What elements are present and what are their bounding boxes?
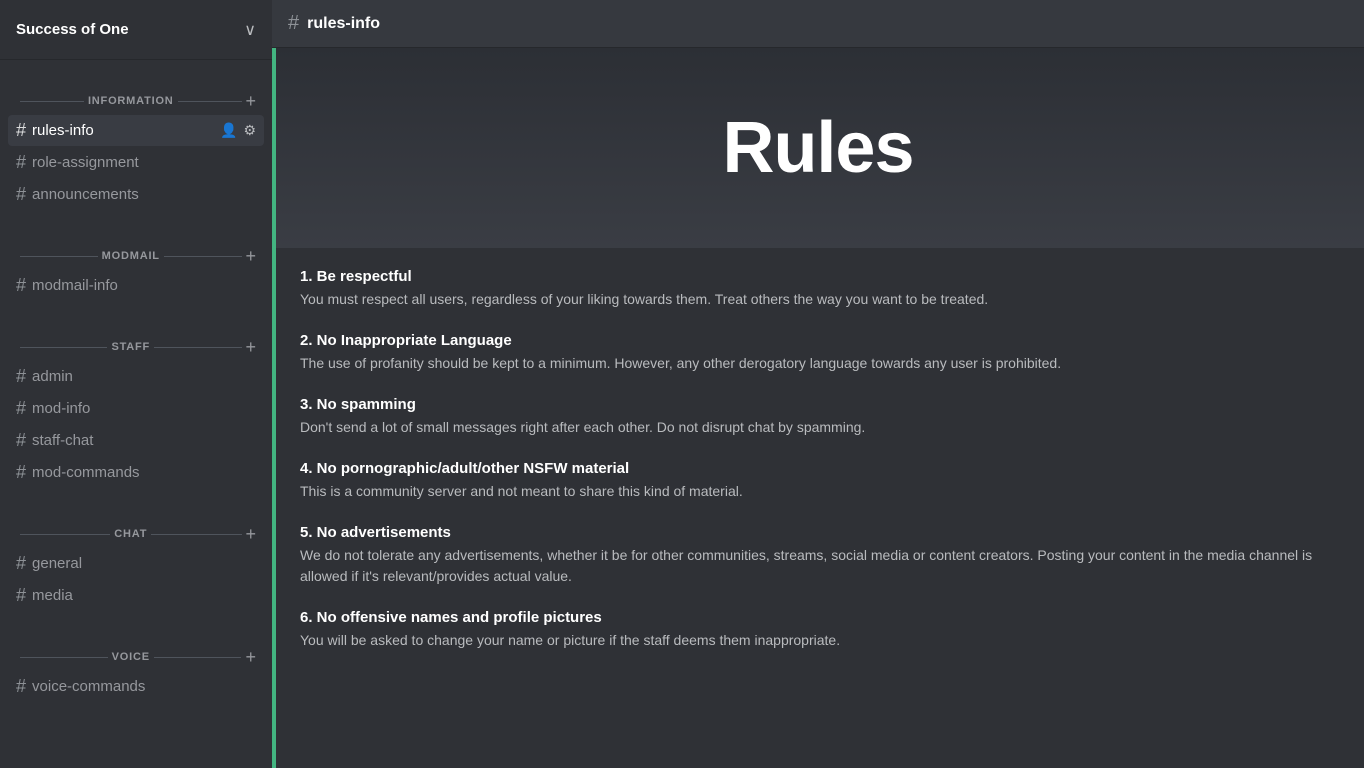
divider: [20, 101, 84, 102]
channel-header: # rules-info: [272, 0, 1364, 48]
rule-1-body: You must respect all users, regardless o…: [300, 289, 1340, 310]
section-header-voice: VOICE +: [8, 632, 264, 670]
divider: [164, 256, 242, 257]
channel-name-rules-info: rules-info: [32, 122, 220, 139]
divider: [20, 657, 108, 658]
channel-name-voice-commands: voice-commands: [32, 678, 256, 695]
divider: [20, 534, 110, 535]
banner: Rules: [272, 48, 1364, 248]
divider: [154, 657, 242, 658]
channel-item-media[interactable]: # media: [8, 580, 264, 611]
content-area: Rules 1. Be respectful You must respect …: [272, 48, 1364, 768]
banner-accent: [272, 48, 276, 248]
hash-icon: #: [16, 676, 26, 697]
divider: [20, 347, 107, 348]
main-content: # rules-info Rules 1. Be respectful You …: [272, 0, 1364, 768]
rule-4-body: This is a community server and not meant…: [300, 481, 1340, 502]
section-staff: STAFF + # admin # mod-info # staff-chat …: [0, 306, 272, 493]
section-voice: VOICE + # voice-commands: [0, 616, 272, 707]
section-header-chat: CHAT +: [8, 509, 264, 547]
hash-icon: #: [16, 585, 26, 606]
rule-2: 2. No Inappropriate Language The use of …: [300, 332, 1340, 374]
channel-item-voice-commands[interactable]: # voice-commands: [8, 671, 264, 702]
channel-item-rules-info[interactable]: # rules-info 👤 ⚙: [8, 115, 264, 146]
channel-item-admin[interactable]: # admin: [8, 361, 264, 392]
hash-icon: #: [16, 462, 26, 483]
rule-1-title: 1. Be respectful: [300, 268, 1340, 285]
section-label-information: INFORMATION: [88, 95, 174, 107]
channel-name-role-assignment: role-assignment: [32, 154, 256, 171]
section-header-staff: STAFF +: [8, 322, 264, 360]
rule-6-title: 6. No offensive names and profile pictur…: [300, 609, 1340, 626]
divider: [178, 101, 242, 102]
add-channel-staff[interactable]: +: [246, 338, 257, 356]
rule-1: 1. Be respectful You must respect all us…: [300, 268, 1340, 310]
add-channel-voice[interactable]: +: [245, 648, 256, 666]
section-label-chat: CHAT: [114, 528, 147, 540]
hash-icon: #: [16, 184, 26, 205]
rule-3-body: Don't send a lot of small messages right…: [300, 417, 1340, 438]
channel-name-modmail-info: modmail-info: [32, 277, 256, 294]
channel-item-modmail-info[interactable]: # modmail-info: [8, 270, 264, 301]
hash-icon: #: [16, 120, 26, 141]
channel-item-mod-info[interactable]: # mod-info: [8, 393, 264, 424]
add-channel-modmail[interactable]: +: [246, 247, 257, 265]
channel-name-general: general: [32, 555, 256, 572]
channel-item-staff-chat[interactable]: # staff-chat: [8, 425, 264, 456]
add-user-icon[interactable]: 👤: [220, 122, 237, 139]
channel-actions-rules-info: 👤 ⚙: [220, 122, 256, 139]
sidebar: Success of One ∨ INFORMATION + # rules-i…: [0, 0, 272, 768]
divider: [154, 347, 241, 348]
banner-title: Rules: [722, 107, 913, 189]
channel-item-general[interactable]: # general: [8, 548, 264, 579]
divider: [20, 256, 98, 257]
rule-6-body: You will be asked to change your name or…: [300, 630, 1340, 651]
channel-item-mod-commands[interactable]: # mod-commands: [8, 457, 264, 488]
channel-name-mod-commands: mod-commands: [32, 464, 256, 481]
hash-icon: #: [16, 152, 26, 173]
hash-icon: #: [16, 553, 26, 574]
channel-name-staff-chat: staff-chat: [32, 432, 256, 449]
channel-item-announcements[interactable]: # announcements: [8, 179, 264, 210]
hash-icon: #: [16, 398, 26, 419]
rules-content: 1. Be respectful You must respect all us…: [272, 248, 1364, 768]
rule-3: 3. No spamming Don't send a lot of small…: [300, 396, 1340, 438]
channel-item-role-assignment[interactable]: # role-assignment: [8, 147, 264, 178]
rule-6: 6. No offensive names and profile pictur…: [300, 609, 1340, 651]
channel-name-mod-info: mod-info: [32, 400, 256, 417]
hash-icon: #: [16, 366, 26, 387]
add-channel-chat[interactable]: +: [246, 525, 257, 543]
section-chat: CHAT + # general # media: [0, 493, 272, 616]
rule-2-title: 2. No Inappropriate Language: [300, 332, 1340, 349]
channel-name-announcements: announcements: [32, 186, 256, 203]
rule-2-body: The use of profanity should be kept to a…: [300, 353, 1340, 374]
rule-5-body: We do not tolerate any advertisements, w…: [300, 545, 1340, 587]
section-header-information: INFORMATION +: [8, 76, 264, 114]
section-information: INFORMATION + # rules-info 👤 ⚙ # role-as…: [0, 60, 272, 215]
rule-3-title: 3. No spamming: [300, 396, 1340, 413]
channel-header-hash-icon: #: [288, 12, 299, 35]
divider: [151, 534, 241, 535]
channel-name-admin: admin: [32, 368, 256, 385]
rule-4-title: 4. No pornographic/adult/other NSFW mate…: [300, 460, 1340, 477]
section-header-modmail: MODMAIL +: [8, 231, 264, 269]
add-channel-information[interactable]: +: [246, 92, 257, 110]
server-title: Success of One: [16, 21, 129, 38]
settings-icon[interactable]: ⚙: [243, 122, 256, 139]
hash-icon: #: [16, 275, 26, 296]
rule-4: 4. No pornographic/adult/other NSFW mate…: [300, 460, 1340, 502]
channel-header-name: rules-info: [307, 15, 380, 33]
server-header[interactable]: Success of One ∨: [0, 0, 272, 60]
hash-icon: #: [16, 430, 26, 451]
chevron-down-icon: ∨: [244, 20, 256, 40]
section-label-modmail: MODMAIL: [102, 250, 160, 262]
section-label-staff: STAFF: [111, 341, 150, 353]
rule-5: 5. No advertisements We do not tolerate …: [300, 524, 1340, 587]
section-label-voice: VOICE: [112, 651, 150, 663]
section-modmail: MODMAIL + # modmail-info: [0, 215, 272, 306]
rule-5-title: 5. No advertisements: [300, 524, 1340, 541]
channel-name-media: media: [32, 587, 256, 604]
